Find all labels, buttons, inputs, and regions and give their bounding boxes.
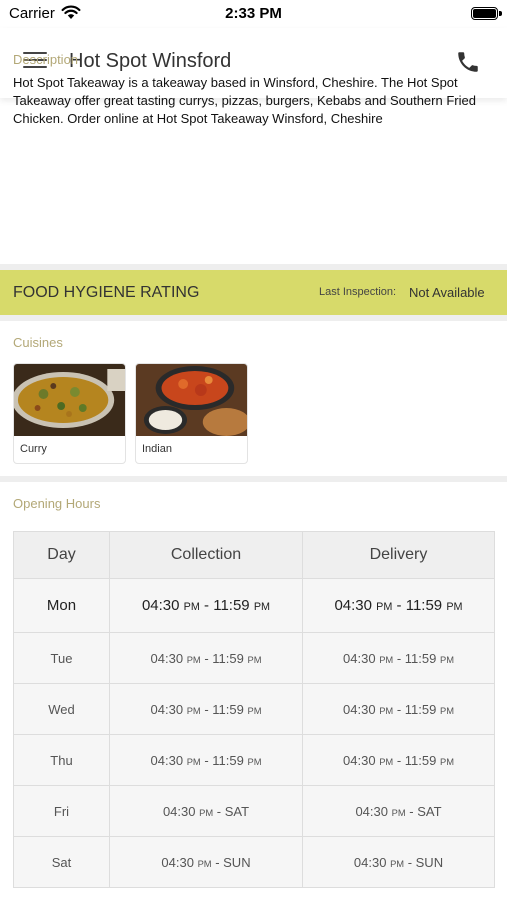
- delivery-hours: 04:30 PM - 11:59 PM: [302, 683, 495, 735]
- phone-icon[interactable]: [455, 49, 481, 75]
- cuisine-name: Indian: [142, 443, 172, 455]
- header-collection: Collection: [109, 531, 303, 579]
- battery-tip: [499, 11, 502, 16]
- last-inspection-value: Not Available: [409, 285, 485, 300]
- day-cell: Tue: [13, 632, 110, 684]
- table-header-row: Day Collection Delivery: [13, 531, 495, 579]
- cuisine-card-curry[interactable]: Curry: [13, 363, 126, 464]
- day-cell: Thu: [13, 734, 110, 786]
- section-divider: [0, 315, 507, 321]
- day-cell: Mon: [13, 578, 110, 633]
- header-day: Day: [13, 531, 110, 579]
- status-time: 2:33 PM: [225, 5, 282, 22]
- collection-hours: 04:30 PM - 11:59 PM: [109, 683, 303, 735]
- curry-dish-image: [14, 364, 125, 436]
- day-cell: Fri: [13, 785, 110, 837]
- table-row: Fri 04:30 PM - SAT 04:30 PM - SAT: [13, 785, 495, 837]
- header-delivery: Delivery: [302, 531, 495, 579]
- indian-dish-image: [136, 364, 247, 436]
- table-row: Sat 04:30 PM - SUN 04:30 PM - SUN: [13, 836, 495, 888]
- collection-hours: 04:30 PM - 11:59 PM: [109, 632, 303, 684]
- cuisines-label: Cuisines: [13, 335, 63, 350]
- cuisine-name: Curry: [20, 443, 47, 455]
- delivery-hours: 04:30 PM - SUN: [302, 836, 495, 888]
- battery-icon: [471, 7, 498, 20]
- food-hygiene-banner: FOOD HYGIENE RATING Last Inspection: Not…: [0, 270, 507, 315]
- status-bar: Carrier 2:33 PM: [0, 0, 507, 28]
- collection-hours: 04:30 PM - SAT: [109, 785, 303, 837]
- opening-hours-label: Opening Hours: [13, 496, 101, 511]
- collection-hours: 04:30 PM - SUN: [109, 836, 303, 888]
- opening-hours-table: Day Collection Delivery Mon 04:30 PM - 11…: [13, 531, 495, 888]
- delivery-hours: 04:30 PM - 11:59 PM: [302, 734, 495, 786]
- table-row: Thu 04:30 PM - 11:59 PM 04:30 PM - 11:59 P…: [13, 734, 495, 786]
- table-row: Tue 04:30 PM - 11:59 PM 04:30 PM - 11:59 P…: [13, 632, 495, 684]
- hygiene-title: FOOD HYGIENE RATING: [13, 284, 200, 301]
- section-divider: [0, 476, 507, 482]
- last-inspection-label: Last Inspection:: [319, 286, 397, 298]
- day-cell: Wed: [13, 683, 110, 735]
- cuisine-card-indian[interactable]: Indian: [135, 363, 248, 464]
- collection-hours: 04:30 PM - 11:59 PM: [109, 578, 303, 633]
- description-label: Description: [13, 52, 79, 67]
- page-title: Hot Spot Winsford: [69, 50, 232, 72]
- table-row: Wed 04:30 PM - 11:59 PM 04:30 PM - 11:59 P…: [13, 683, 495, 735]
- day-cell: Sat: [13, 836, 110, 888]
- delivery-hours: 04:30 PM - 11:59 PM: [302, 578, 495, 633]
- description-text: Hot Spot Takeaway is a takeaway based in…: [13, 75, 476, 126]
- delivery-hours: 04:30 PM - SAT: [302, 785, 495, 837]
- delivery-hours: 04:30 PM - 11:59 PM: [302, 632, 495, 684]
- collection-hours: 04:30 PM - 11:59 PM: [109, 734, 303, 786]
- table-row: Mon 04:30 PM - 11:59 PM 04:30 PM - 11:59 P…: [13, 578, 495, 633]
